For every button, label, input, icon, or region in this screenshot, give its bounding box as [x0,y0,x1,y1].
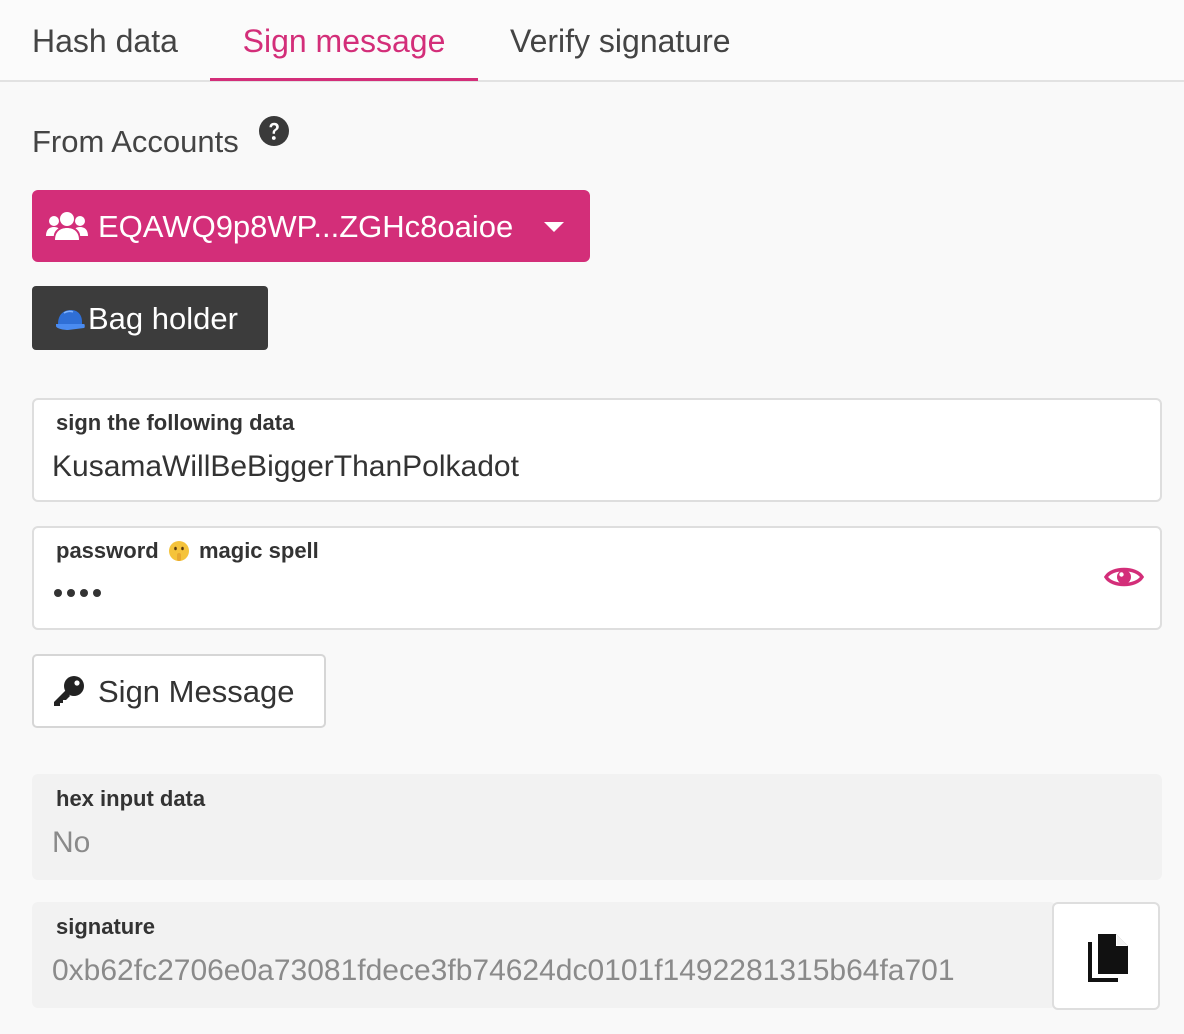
tab-verify-signature[interactable]: Verify signature [510,0,731,80]
selected-account-address: EQAWQ9p8WP...ZGHc8oaioe [98,209,514,244]
sign-data-field[interactable]: sign the following data KusamaWillBeBigg… [32,398,1162,502]
account-tag: Bag holder [32,286,268,350]
tab-sign-message[interactable]: Sign message [210,0,478,80]
sign-data-label: sign the following data [56,410,295,435]
account-tag-label: Bag holder [88,301,238,336]
sign-data-input[interactable]: KusamaWillBeBiggerThanPolkadot [52,450,519,484]
tab-hash-data[interactable]: Hash data [32,0,178,80]
shushing-face-icon [168,541,189,561]
copy-icon [1088,934,1128,982]
signature-label: signature [56,914,156,939]
tab-bar: Hash data Sign message Verify signature [0,0,1184,82]
password-label: password magic spell [56,538,319,564]
password-input[interactable] [54,584,106,604]
caret-down-icon [544,222,564,232]
password-label-text: password [56,538,159,563]
copy-signature-button[interactable] [1052,902,1160,1010]
sign-message-button[interactable]: Sign Message [32,654,326,728]
question-circle-icon[interactable] [258,115,290,147]
hex-input-field: hex input data No [32,774,1162,880]
account-dropdown[interactable]: EQAWQ9p8WP...ZGHc8oaioe [32,190,590,262]
password-label-suffix: magic spell [198,538,319,563]
eye-icon[interactable] [1104,564,1144,590]
hex-input-value: No [52,826,91,859]
key-icon [54,676,84,706]
signature-value[interactable]: 0xb62fc2706e0a73081fdece3fb74624dc0101f1… [52,954,1036,988]
cap-icon [56,310,85,330]
sign-message-label: Sign Message [98,674,295,709]
signature-field: signature 0xb62fc2706e0a73081fdece3fb746… [32,902,1056,1008]
active-tab-indicator [210,78,478,81]
users-icon [46,212,88,240]
from-accounts-label: From Accounts [32,124,239,159]
password-field[interactable]: password magic spell [32,526,1162,630]
hex-input-label: hex input data [56,786,206,811]
